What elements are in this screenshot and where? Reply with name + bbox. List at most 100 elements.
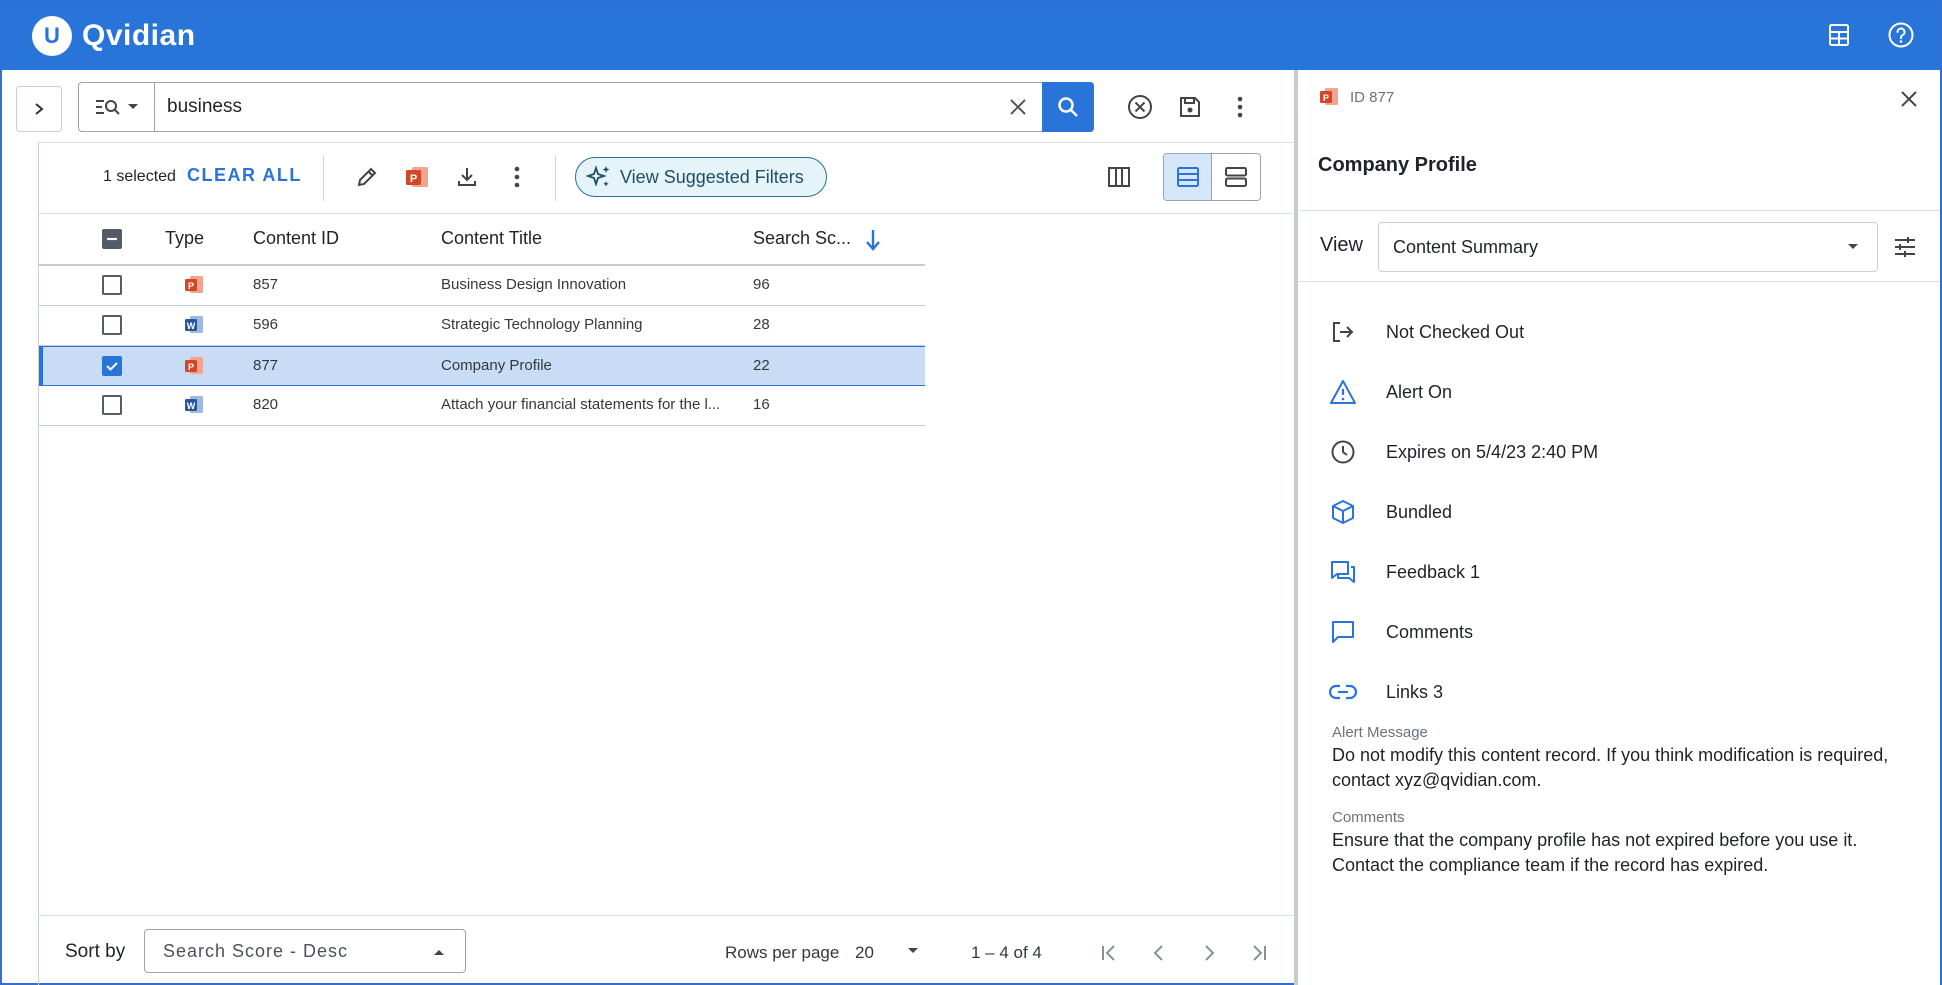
search-button[interactable] — [1042, 82, 1094, 132]
sort-by-label: Sort by — [65, 941, 126, 962]
rows-per-page-value[interactable]: 20 — [855, 943, 874, 963]
view-select[interactable]: Content Summary — [1378, 222, 1878, 272]
last-page-button[interactable] — [1239, 935, 1279, 971]
first-page-icon — [1102, 945, 1115, 961]
save-search-button[interactable] — [1170, 84, 1210, 130]
column-header-content-title[interactable]: Content Title — [441, 228, 542, 249]
row-checkbox[interactable] — [102, 395, 122, 415]
clear-all-button[interactable]: CLEAR ALL — [187, 165, 302, 186]
columns-button[interactable] — [1099, 157, 1139, 197]
toolbar-more-button[interactable] — [497, 157, 537, 197]
list-comfortable-icon — [1225, 167, 1247, 187]
download-button[interactable] — [447, 157, 487, 197]
view-settings-button[interactable] — [1888, 230, 1922, 264]
alert-message-block: Alert Message Do not modify this content… — [1332, 724, 1922, 793]
logo[interactable]: U Qvidian — [32, 16, 196, 56]
search-input[interactable] — [155, 83, 994, 131]
search-bar — [78, 82, 1094, 132]
previous-page-button[interactable] — [1139, 935, 1179, 971]
comments-text: Ensure that the company profile has not … — [1332, 830, 1858, 875]
content-title-cell[interactable]: Business Design Innovation — [441, 276, 741, 293]
table-row[interactable]: W 596 Strategic Technology Planning 28 — [39, 306, 925, 346]
rows-per-page-caret-icon[interactable] — [907, 947, 919, 955]
table-row[interactable]: W 820 Attach your financial statements f… — [39, 386, 925, 426]
svg-text:W: W — [187, 321, 196, 331]
column-header-search-score[interactable]: Search Sc... — [753, 228, 851, 249]
chevron-right-icon — [35, 103, 44, 115]
view-label: View — [1320, 234, 1363, 256]
more-options-button[interactable] — [1220, 84, 1260, 130]
calculator-icon[interactable] — [1822, 18, 1856, 52]
download-icon — [458, 168, 476, 186]
expand-sidebar-button[interactable] — [16, 86, 62, 132]
close-detail-button[interactable] — [1892, 82, 1926, 116]
content-title-cell[interactable]: Company Profile — [441, 357, 741, 374]
help-icon[interactable] — [1884, 18, 1918, 52]
status-text: Expires on 5/4/23 2:40 PM — [1386, 441, 1599, 462]
status-text: Links 3 — [1386, 681, 1444, 702]
table-row[interactable]: P 857 Business Design Innovation 96 — [39, 266, 925, 306]
more-vertical-icon — [1237, 96, 1243, 118]
svg-text:P: P — [410, 173, 417, 185]
sort-desc-arrow-icon[interactable] — [865, 228, 881, 252]
first-page-button[interactable] — [1089, 935, 1129, 971]
logo-badge: U — [32, 16, 72, 56]
comfortable-view-button[interactable] — [1212, 154, 1260, 200]
toolbar-separator — [555, 155, 556, 201]
search-score-cell: 22 — [753, 357, 770, 374]
compact-view-button[interactable] — [1164, 154, 1213, 200]
column-header-type[interactable]: Type — [165, 228, 204, 249]
row-checkbox[interactable] — [102, 275, 122, 295]
select-all-checkbox[interactable] — [102, 229, 122, 249]
next-page-button[interactable] — [1189, 935, 1229, 971]
alert-icon — [1328, 377, 1358, 407]
content-title-cell[interactable]: Attach your financial statements for the… — [441, 396, 741, 413]
search-mode-dropdown[interactable] — [79, 83, 155, 131]
powerpoint-file-icon: P — [1320, 88, 1338, 105]
more-vertical-icon — [514, 166, 520, 188]
detail-pane: P ID 877 Company Profile View Content Su… — [1298, 70, 1940, 985]
word-file-icon: W — [185, 396, 203, 413]
row-checkbox[interactable] — [102, 356, 122, 376]
brand-name: Qvidian — [82, 19, 196, 52]
columns-icon — [1108, 167, 1130, 187]
column-header-content-id[interactable]: Content ID — [253, 228, 339, 249]
pagination-range: 1 – 4 of 4 — [971, 943, 1042, 962]
edit-button[interactable] — [347, 157, 387, 197]
suggested-filters-label: View Suggested Filters — [620, 166, 804, 187]
clear-search-button[interactable] — [994, 83, 1042, 131]
status-expiry[interactable]: Expires on 5/4/23 2:40 PM — [1328, 422, 1598, 482]
results-pane: 1 selected CLEAR ALL P View Suggested Fi… — [2, 70, 1294, 985]
table-row-selected[interactable]: P 877 Company Profile 22 — [39, 346, 925, 386]
list-compact-icon — [1176, 167, 1199, 187]
status-checkout[interactable]: Not Checked Out — [1328, 302, 1598, 362]
content-id-cell: 857 — [253, 276, 279, 293]
svg-text:W: W — [187, 401, 196, 411]
status-text: Feedback 1 — [1386, 561, 1481, 582]
status-feedback[interactable]: Feedback 1 — [1328, 542, 1598, 602]
powerpoint-file-icon: P — [185, 357, 203, 374]
check-out-icon — [1328, 317, 1358, 347]
close-icon — [1901, 91, 1917, 107]
content-id-cell: 596 — [253, 316, 279, 333]
chevron-left-icon — [1153, 945, 1163, 961]
selected-count: 1 selected — [103, 168, 176, 185]
status-bundled[interactable]: Bundled — [1328, 482, 1598, 542]
search-icon — [1058, 97, 1078, 117]
status-links[interactable]: Links 3 — [1328, 662, 1598, 722]
status-alert[interactable]: Alert On — [1328, 362, 1598, 422]
status-text: Comments — [1386, 621, 1474, 642]
last-page-icon — [1253, 945, 1266, 961]
density-toggle — [1163, 153, 1261, 201]
status-comments[interactable]: Comments — [1328, 602, 1598, 662]
view-suggested-filters-button[interactable]: View Suggested Filters — [575, 157, 827, 197]
row-checkbox[interactable] — [102, 315, 122, 335]
minus-icon — [107, 237, 117, 241]
sort-by-select[interactable]: Search Score - Desc — [144, 929, 466, 973]
detail-divider — [1298, 210, 1940, 211]
content-title-cell[interactable]: Strategic Technology Planning — [441, 316, 741, 333]
caret-up-icon — [434, 950, 444, 955]
cancel-search-button[interactable] — [1120, 84, 1160, 130]
export-powerpoint-button[interactable]: P — [397, 157, 437, 197]
pagination-controls — [1089, 935, 1279, 971]
